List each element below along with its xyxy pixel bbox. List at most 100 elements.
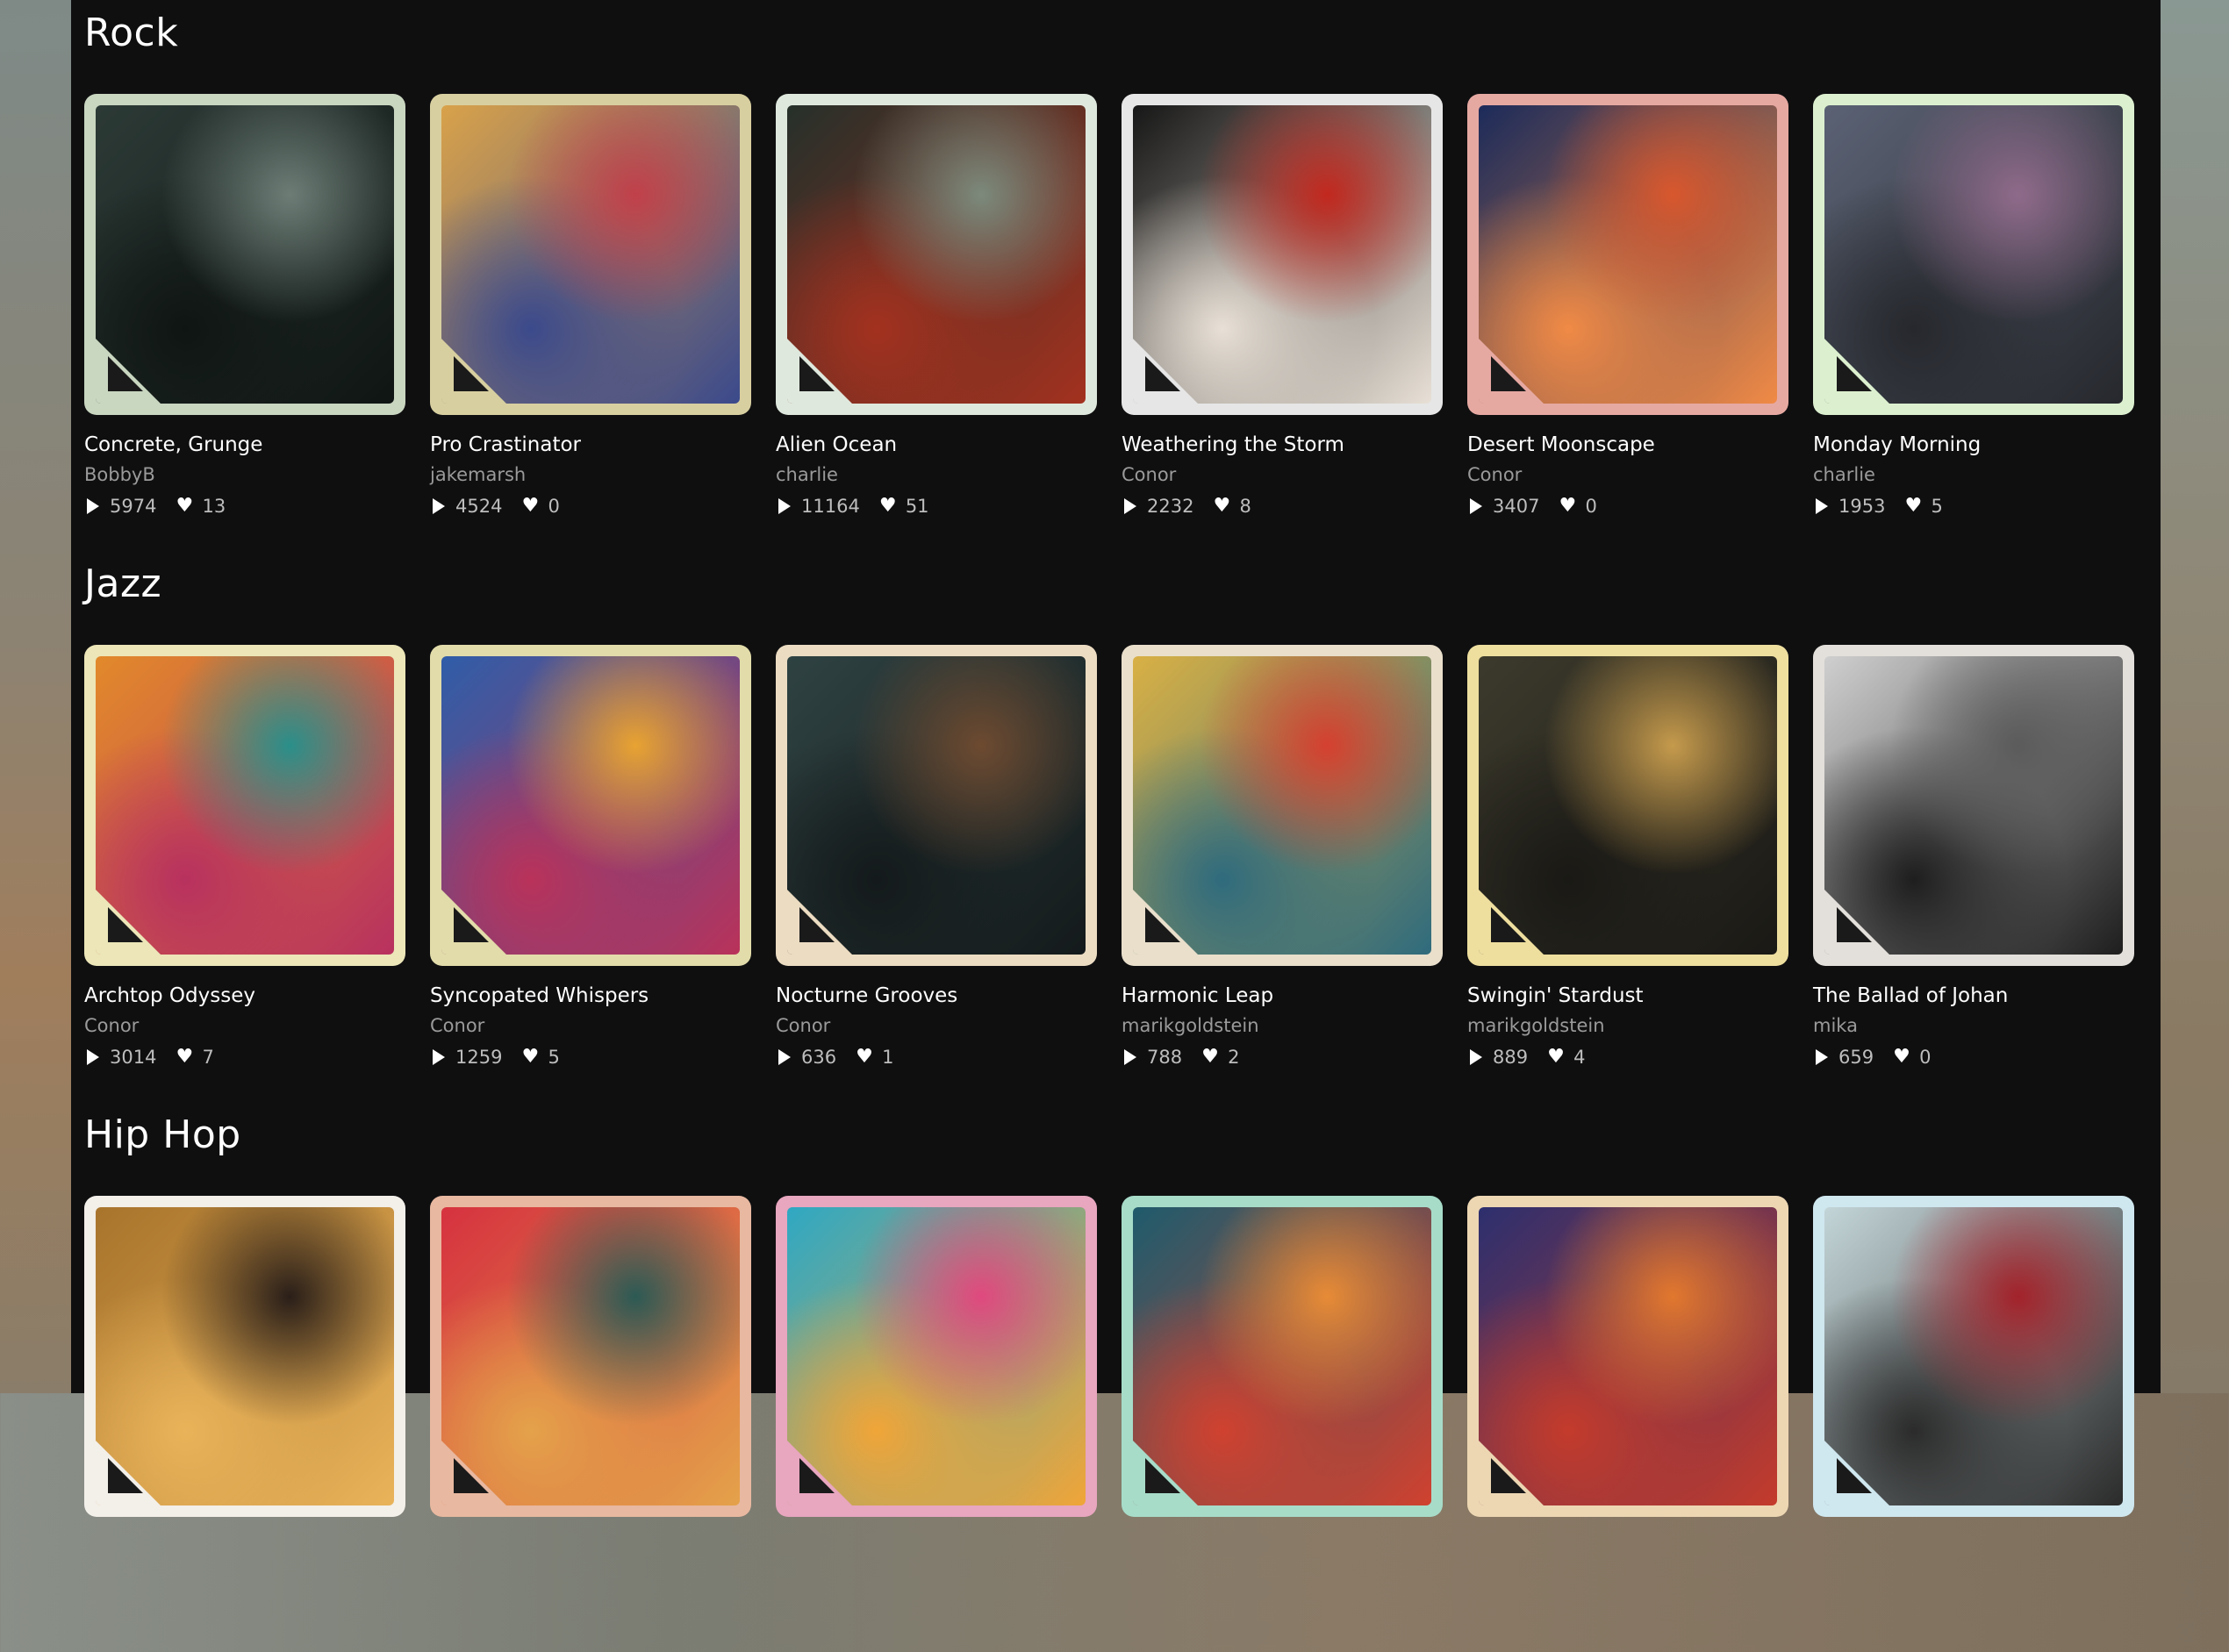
heart-icon[interactable]: ♥ [1904, 497, 1924, 516]
cover-frame[interactable] [430, 94, 751, 415]
heart-icon[interactable]: ♥ [1893, 1048, 1912, 1067]
track-stats: 4524 ♥ 0 [430, 496, 560, 517]
play-count: 3407 [1493, 496, 1540, 517]
play-icon [87, 498, 99, 514]
heart-icon[interactable]: ♥ [1213, 497, 1232, 516]
track-artist[interactable]: mika [1813, 1015, 1858, 1036]
track-artist[interactable]: Conor [776, 1015, 830, 1036]
heart-icon[interactable]: ♥ [521, 497, 541, 516]
track-card[interactable]: Concrete, Grunge BobbyB 5974 ♥ 13 [84, 94, 405, 533]
track-card[interactable]: Swingin' Stardust marikgoldstein 889 ♥ 4 [1467, 645, 1788, 1083]
cover-art [441, 1207, 740, 1505]
track-artist[interactable]: Conor [1122, 464, 1176, 485]
cover-frame[interactable] [1467, 645, 1788, 966]
heart-icon[interactable]: ♥ [176, 497, 195, 516]
track-artist[interactable]: jakemarsh [430, 464, 526, 485]
track-title[interactable]: Syncopated Whispers [430, 984, 649, 1007]
track-card[interactable]: Pro Crastinator jakemarsh 4524 ♥ 0 [430, 94, 751, 533]
track-artist[interactable]: charlie [776, 464, 838, 485]
track-title[interactable]: Archtop Odyssey [84, 984, 255, 1007]
track-title[interactable]: Desert Moonscape [1467, 433, 1655, 456]
cover-art [787, 656, 1086, 955]
logo-mark-icon [454, 1458, 489, 1493]
track-card[interactable]: Harmonic Leap marikgoldstein 788 ♥ 2 [1122, 645, 1443, 1083]
card-row: Concrete, Grunge BobbyB 5974 ♥ 13 Pro Cr… [84, 94, 2164, 550]
cover-frame[interactable] [1813, 94, 2134, 415]
cover-art [96, 105, 394, 404]
cover-frame[interactable] [1122, 1196, 1443, 1517]
track-artist[interactable]: Conor [84, 1015, 139, 1036]
track-title[interactable]: Nocturne Grooves [776, 984, 957, 1007]
track-card[interactable]: Monday Morning charlie 1953 ♥ 5 [1813, 94, 2134, 533]
cover-art [1479, 105, 1777, 404]
heart-icon[interactable]: ♥ [521, 1048, 541, 1067]
track-title[interactable]: The Ballad of Johan [1813, 984, 2008, 1007]
cover-frame[interactable] [776, 645, 1097, 966]
play-icon [778, 1049, 791, 1065]
track-title[interactable]: Weathering the Storm [1122, 433, 1344, 456]
track-card[interactable]: ♥ [1467, 1196, 1788, 1634]
cover-frame[interactable] [776, 94, 1097, 415]
track-artist[interactable]: Conor [430, 1015, 484, 1036]
heart-icon[interactable]: ♥ [1559, 497, 1578, 516]
cover-frame[interactable] [1813, 1196, 2134, 1517]
like-count: 2 [1228, 1047, 1240, 1068]
section-title: Hip Hop [84, 1112, 241, 1157]
play-icon [1470, 498, 1482, 514]
track-artist[interactable]: marikgoldstein [1467, 1015, 1605, 1036]
track-title[interactable]: Pro Crastinator [430, 433, 581, 456]
cover-frame[interactable] [1122, 94, 1443, 415]
play-count: 3014 [110, 1047, 157, 1068]
like-count: 5 [548, 1047, 560, 1068]
play-icon [778, 498, 791, 514]
heart-icon[interactable]: ♥ [1201, 1048, 1221, 1067]
track-card[interactable]: Weathering the Storm Conor 2232 ♥ 8 [1122, 94, 1443, 533]
cover-art [1133, 1207, 1431, 1505]
track-title[interactable]: Alien Ocean [776, 433, 897, 456]
track-card[interactable]: ♥ [1122, 1196, 1443, 1634]
track-stats: 1259 ♥ 5 [430, 1047, 560, 1068]
logo-mark-icon [1491, 907, 1526, 942]
cover-frame[interactable] [1467, 1196, 1788, 1517]
logo-mark-icon [454, 356, 489, 391]
track-card[interactable]: ♥ [776, 1196, 1097, 1634]
track-title[interactable]: Swingin' Stardust [1467, 984, 1644, 1007]
heart-icon[interactable]: ♥ [1547, 1048, 1566, 1067]
logo-mark-icon [1837, 1458, 1872, 1493]
track-card[interactable]: Syncopated Whispers Conor 1259 ♥ 5 [430, 645, 751, 1083]
cover-frame[interactable] [84, 645, 405, 966]
cover-frame[interactable] [776, 1196, 1097, 1517]
track-card[interactable]: Desert Moonscape Conor 3407 ♥ 0 [1467, 94, 1788, 533]
track-title[interactable]: Monday Morning [1813, 433, 1981, 456]
track-card[interactable]: The Ballad of Johan mika 659 ♥ 0 [1813, 645, 2134, 1083]
cover-frame[interactable] [84, 94, 405, 415]
play-icon [433, 1049, 445, 1065]
cover-frame[interactable] [84, 1196, 405, 1517]
track-artist[interactable]: marikgoldstein [1122, 1015, 1259, 1036]
play-count: 889 [1493, 1047, 1529, 1068]
track-card[interactable]: ♥ [1813, 1196, 2134, 1634]
heart-icon[interactable]: ♥ [856, 1048, 875, 1067]
track-card[interactable]: ♥ [84, 1196, 405, 1634]
track-artist[interactable]: Conor [1467, 464, 1522, 485]
logo-mark-icon [1491, 1458, 1526, 1493]
cover-frame[interactable] [1813, 645, 2134, 966]
play-icon [1470, 1049, 1482, 1065]
track-artist[interactable]: charlie [1813, 464, 1875, 485]
track-title[interactable]: Harmonic Leap [1122, 984, 1273, 1007]
heart-icon[interactable]: ♥ [176, 1048, 195, 1067]
heart-icon[interactable]: ♥ [879, 497, 899, 516]
track-card[interactable]: ♥ [430, 1196, 751, 1634]
cover-frame[interactable] [430, 1196, 751, 1517]
track-card[interactable]: Alien Ocean charlie 11164 ♥ 51 [776, 94, 1097, 533]
track-card[interactable]: Archtop Odyssey Conor 3014 ♥ 7 [84, 645, 405, 1083]
track-artist[interactable]: BobbyB [84, 464, 155, 485]
track-title[interactable]: Concrete, Grunge [84, 433, 262, 456]
card-row: ♥ ♥ ♥ [84, 1196, 2164, 1652]
cover-frame[interactable] [1467, 94, 1788, 415]
cover-frame[interactable] [1122, 645, 1443, 966]
track-card[interactable]: Nocturne Grooves Conor 636 ♥ 1 [776, 645, 1097, 1083]
cover-frame[interactable] [430, 645, 751, 966]
play-count: 659 [1838, 1047, 1874, 1068]
play-icon [1124, 1049, 1136, 1065]
